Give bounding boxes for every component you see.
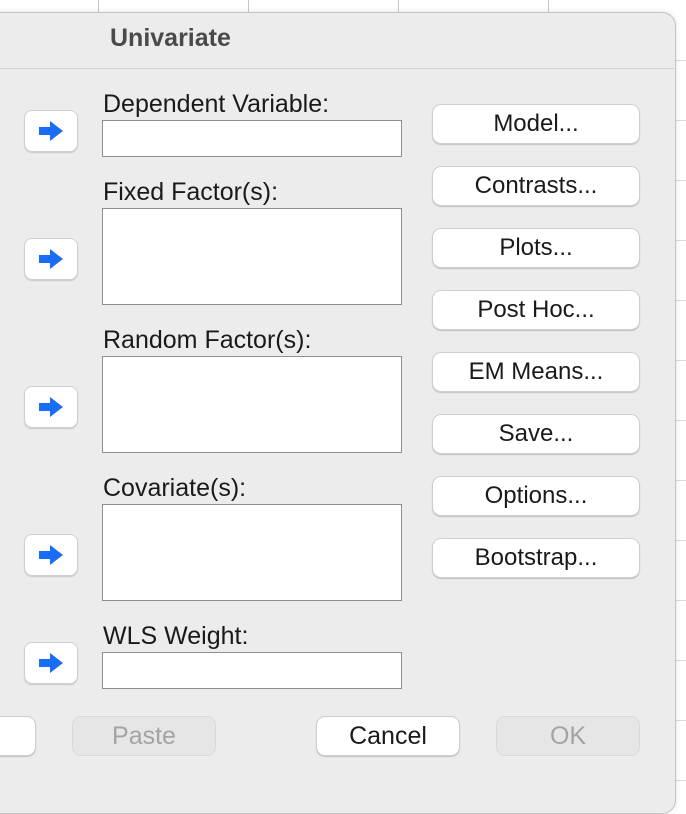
move-to-covariates-button[interactable] <box>24 534 78 576</box>
move-to-random-factors-button[interactable] <box>24 386 78 428</box>
model-button[interactable]: Model... <box>432 104 640 144</box>
wls-weight-label: WLS Weight: <box>103 622 249 650</box>
dependent-variable-label: Dependent Variable: <box>103 90 330 118</box>
fixed-factors-label: Fixed Factor(s): <box>103 178 279 206</box>
cancel-button[interactable]: Cancel <box>316 716 460 756</box>
fixed-factors-list[interactable] <box>102 208 402 305</box>
post-hoc-button[interactable]: Post Hoc... <box>432 290 640 330</box>
random-factors-label: Random Factor(s): <box>103 326 312 354</box>
right-arrow-icon <box>39 545 63 565</box>
reset-button-partial[interactable] <box>0 716 36 756</box>
plots-button[interactable]: Plots... <box>432 228 640 268</box>
contrasts-button[interactable]: Contrasts... <box>432 166 640 206</box>
right-arrow-icon <box>39 249 63 269</box>
paste-button[interactable]: Paste <box>72 716 216 756</box>
bootstrap-button[interactable]: Bootstrap... <box>432 538 640 578</box>
dependent-variable-field[interactable] <box>102 120 402 157</box>
move-to-wls-weight-button[interactable] <box>24 642 78 684</box>
em-means-button[interactable]: EM Means... <box>432 352 640 392</box>
wls-weight-field[interactable] <box>102 652 402 689</box>
right-arrow-icon <box>39 121 63 141</box>
ok-button[interactable]: OK <box>496 716 640 756</box>
move-to-dependent-button[interactable] <box>24 110 78 152</box>
covariates-label: Covariate(s): <box>103 474 247 502</box>
covariates-list[interactable] <box>102 504 402 601</box>
right-arrow-icon <box>39 397 63 417</box>
move-to-fixed-factors-button[interactable] <box>24 238 78 280</box>
dialog-titlebar <box>0 12 674 69</box>
right-arrow-icon <box>39 653 63 673</box>
random-factors-list[interactable] <box>102 356 402 453</box>
dialog-title: Univariate <box>110 24 231 52</box>
options-button[interactable]: Options... <box>432 476 640 516</box>
save-button[interactable]: Save... <box>432 414 640 454</box>
